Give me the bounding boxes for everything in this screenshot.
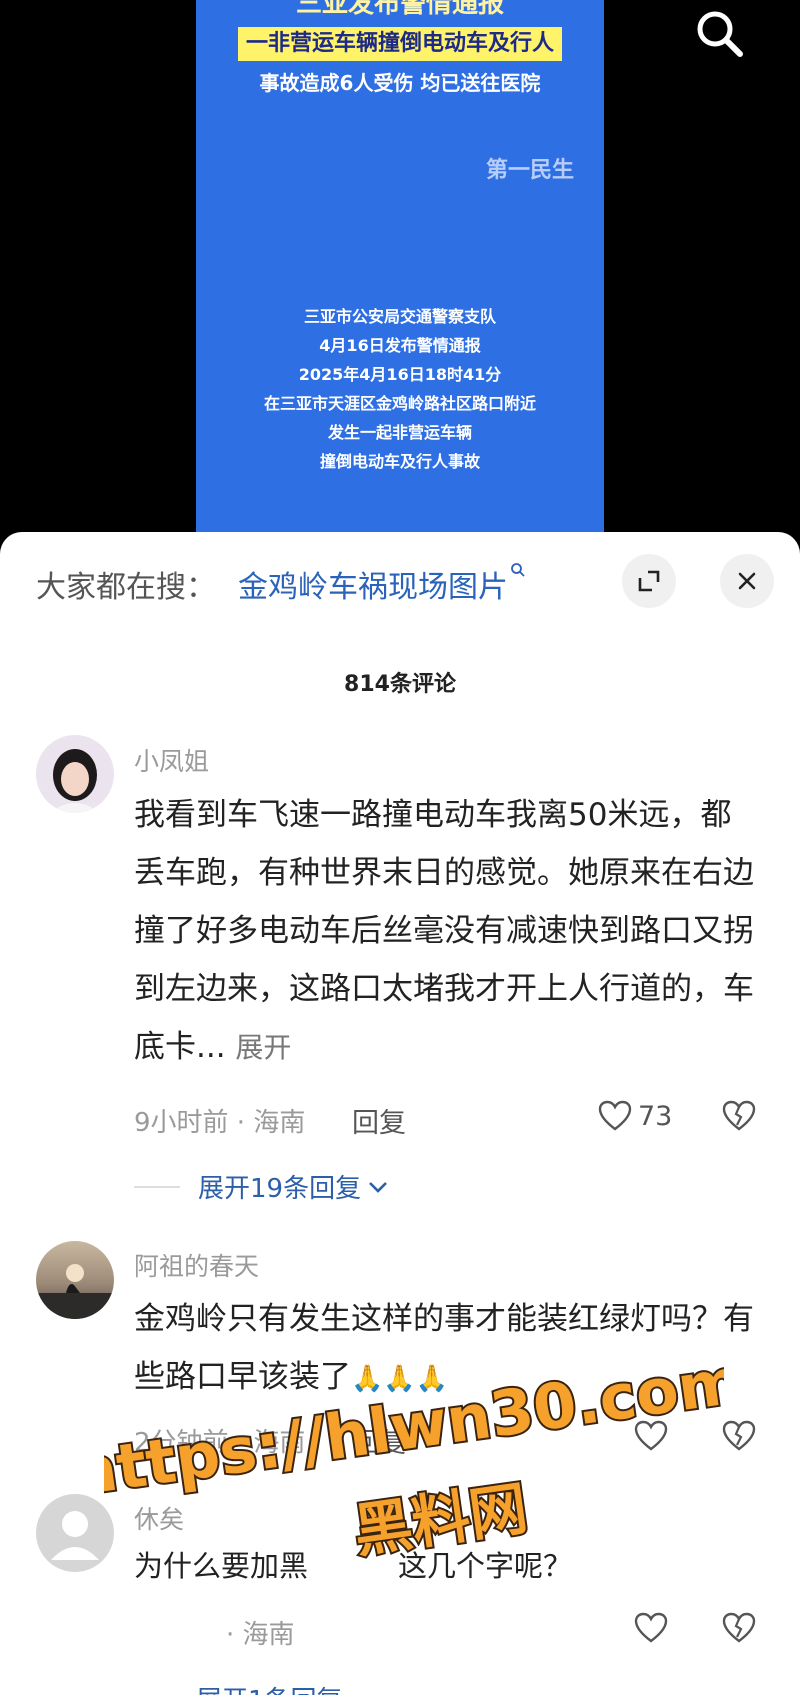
video-body-line: 撞倒电动车及行人事故 [319, 452, 480, 471]
broken-heart-icon [722, 1100, 756, 1131]
watermark-url: https://hlwn30.com [104, 1344, 724, 1510]
search-button[interactable] [692, 6, 748, 62]
heart-icon [598, 1100, 632, 1131]
like-button[interactable]: 73 [598, 1100, 672, 1132]
expand-replies-button[interactable]: 展开1条回复 [196, 1680, 343, 1695]
video-brand: 第一民生 [485, 158, 574, 183]
hot-search-link[interactable]: 金鸡岭车祸现场图片 [238, 562, 526, 606]
like-button[interactable] [634, 1612, 668, 1644]
video-body-line: 2025年4月16日18时41分 [298, 365, 502, 384]
comment-meta: · 海南 [226, 1620, 295, 1650]
video-title: 三亚发布警情通报 [295, 0, 504, 19]
expand-replies-label: 展开1条回复 [196, 1680, 343, 1695]
hot-search-query: 金鸡岭车祸现场图片 [238, 570, 508, 605]
avatar[interactable] [36, 1241, 114, 1319]
avatar[interactable] [36, 735, 114, 813]
divider-line [134, 1185, 180, 1188]
video-banner: 一非营运车辆撞倒电动车及行人 [238, 27, 562, 61]
close-button[interactable] [720, 554, 774, 608]
video-subtitle: 事故造成6人受伤 均已送往医院 [259, 71, 541, 95]
expand-replies-label: 展开19条回复 [198, 1174, 362, 1204]
comment-username[interactable]: 小凤姐 [134, 742, 209, 778]
chevron-down-icon [369, 1181, 388, 1193]
hot-search-label: 大家都在搜： [36, 570, 216, 605]
expand-replies-button[interactable]: 展开19条回复 [134, 1168, 389, 1205]
like-count: 73 [638, 1100, 673, 1132]
video-frame: 三亚发布警情通报 一非营运车辆撞倒电动车及行人 事故造成6人受伤 均已送往医院 … [196, 0, 604, 540]
search-icon [510, 562, 526, 582]
video-body-line: 发生一起非营运车辆 [327, 423, 472, 442]
comment-text: 我看到车飞速一路撞电动车我离50米远，都丢车跑，有种世界末日的感觉。她原来在右边… [134, 786, 754, 1077]
comment-meta: 9小时前 · 海南 [134, 1108, 306, 1138]
video-body-line: 三亚市公安局交通警察支队 [303, 307, 496, 326]
dislike-button[interactable] [722, 1420, 756, 1456]
video-body: 三亚市公安局交通警察支队 4月16日发布警情通报 2025年4月16日18时41… [196, 302, 604, 476]
sheet-header: 大家都在搜： 金鸡岭车祸现场图片 [0, 532, 800, 632]
dislike-button[interactable] [722, 1612, 756, 1648]
expand-text-link[interactable]: 展开 [235, 1031, 291, 1064]
close-icon [738, 572, 756, 590]
broken-heart-icon [722, 1612, 756, 1643]
comment-username[interactable]: 阿祖的春天 [134, 1247, 259, 1283]
video-player[interactable]: 三亚发布警情通报 一非营运车辆撞倒电动车及行人 事故造成6人受伤 均已送往医院 … [0, 0, 800, 540]
comment-body: 我看到车飞速一路撞电动车我离50米远，都丢车跑，有种世界末日的感觉。她原来在右边… [134, 797, 754, 1065]
watermark-brand: 黑料网 [350, 1474, 532, 1566]
dislike-button[interactable] [722, 1100, 756, 1136]
video-body-line: 在三亚市天涯区金鸡岭路社区路口附近 [263, 394, 536, 413]
broken-heart-icon [722, 1420, 756, 1451]
site-watermark: https://hlwn30.com 黑料网 [104, 1342, 724, 1568]
search-icon [697, 11, 743, 57]
avatar[interactable] [36, 1494, 114, 1572]
reply-button[interactable]: 回复 [352, 1101, 406, 1140]
heart-icon [634, 1612, 668, 1643]
fullscreen-button[interactable] [622, 554, 676, 608]
video-body-line: 4月16日发布警情通报 [319, 336, 481, 355]
comment-count: 814条评论 [344, 672, 456, 697]
expand-icon [638, 570, 660, 592]
